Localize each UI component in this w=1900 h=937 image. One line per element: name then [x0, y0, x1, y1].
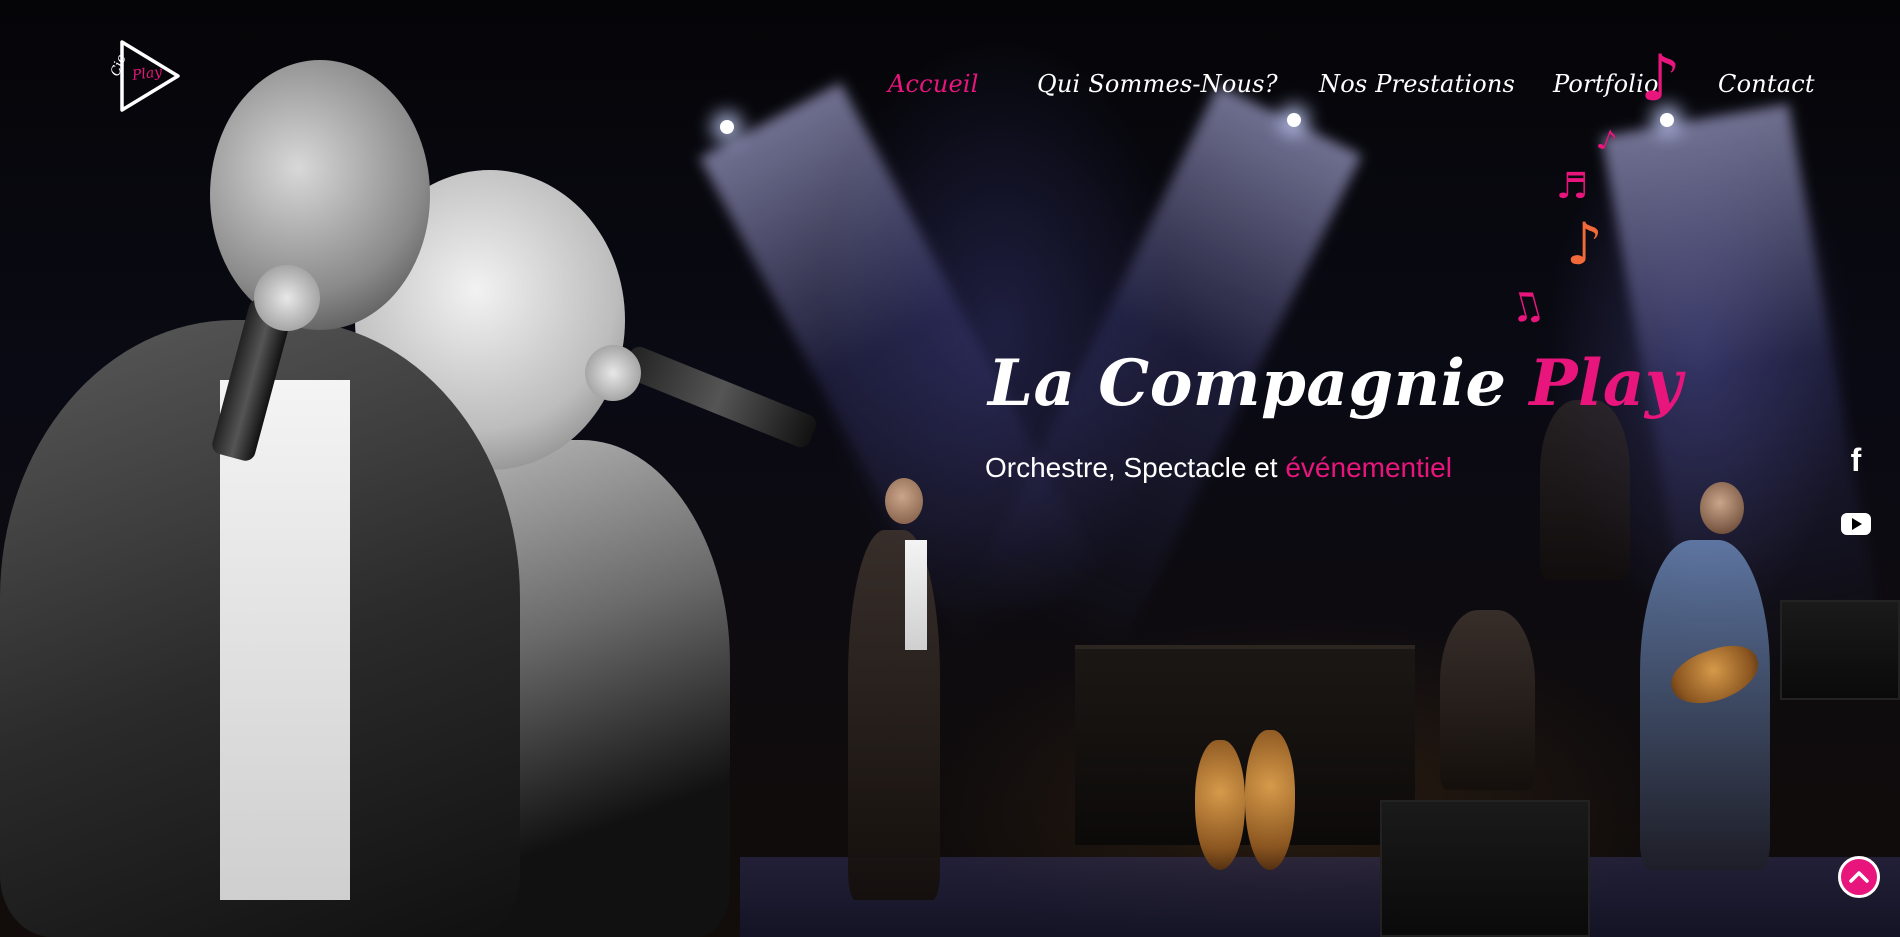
chevron-up-icon	[1849, 871, 1869, 883]
stage-light	[720, 120, 734, 134]
microphone-head	[254, 265, 320, 331]
guitarist	[1640, 540, 1770, 870]
stage-singer-shirt	[905, 540, 927, 650]
music-note-icon: ♬	[1556, 166, 1589, 207]
hero-section: Cie Play Accueil Qui Sommes-Nous? Nos Pr…	[0, 0, 1900, 937]
nav-item-qui-sommes-nous[interactable]: Qui Sommes-Nous?	[1037, 70, 1278, 98]
stage-singer-head	[885, 478, 923, 524]
youtube-link[interactable]	[1836, 504, 1876, 544]
nav-item-nos-prestations[interactable]: Nos Prestations	[1319, 70, 1515, 98]
microphone-head	[585, 345, 641, 401]
hero-title-main: La Compagnie	[988, 346, 1530, 421]
music-note-icon: ♪	[1640, 42, 1681, 116]
amplifier	[1780, 600, 1900, 700]
guitarist-head	[1700, 482, 1744, 534]
music-note-icon: ♫	[1502, 280, 1550, 334]
acoustic-guitar	[1245, 730, 1295, 870]
acoustic-guitar	[1195, 740, 1245, 870]
hero-subtitle-main: Orchestre, Spectacle et	[985, 452, 1286, 483]
facebook-link[interactable]: f	[1836, 440, 1876, 480]
stage-light	[1287, 113, 1301, 127]
microphone	[620, 343, 820, 451]
youtube-icon	[1841, 513, 1871, 535]
pianist	[1440, 610, 1535, 790]
nav-item-accueil[interactable]: Accueil	[888, 70, 979, 98]
facebook-icon: f	[1850, 441, 1862, 478]
hero-title: La Compagnie Play	[988, 346, 1683, 421]
violinist	[1540, 400, 1630, 580]
hero-subtitle-accent: événementiel	[1285, 452, 1452, 483]
main-nav: Accueil Qui Sommes-Nous? Nos Prestations…	[0, 70, 1900, 110]
speaker	[1380, 800, 1590, 937]
hero-subtitle: Orchestre, Spectacle et événementiel	[985, 452, 1452, 484]
nav-item-contact[interactable]: Contact	[1718, 70, 1815, 98]
hero-title-accent: Play	[1529, 346, 1683, 421]
music-note-icon: ♪	[1566, 210, 1604, 278]
back-to-top-button[interactable]	[1838, 856, 1880, 898]
